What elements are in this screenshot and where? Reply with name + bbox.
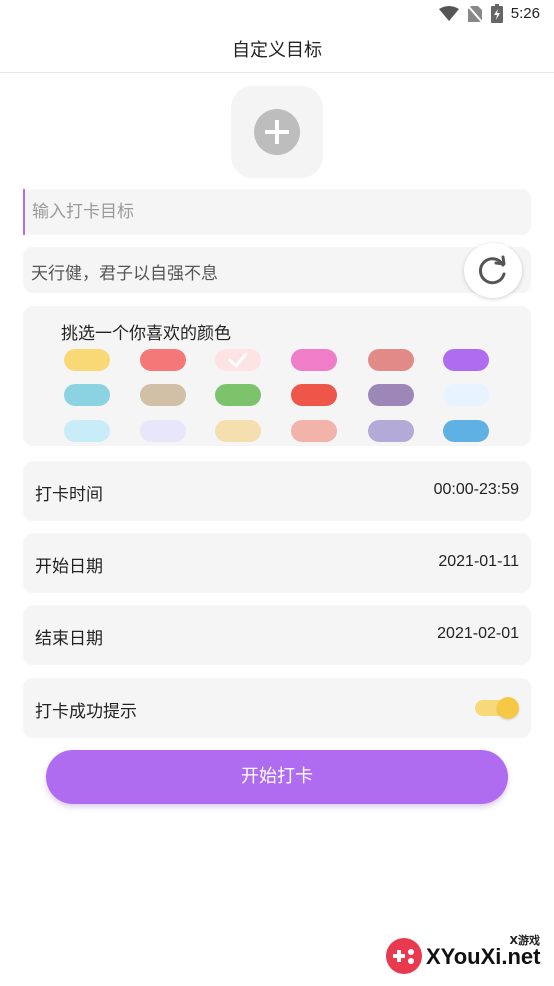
color-swatch[interactable] (368, 384, 414, 406)
end-date-value: 2021-02-01 (437, 625, 519, 642)
color-swatch[interactable] (140, 384, 186, 406)
motto-text: 天行健，君子以自强不息 (31, 264, 218, 284)
checkmark-icon (228, 352, 248, 368)
end-date-label: 结束日期 (35, 629, 103, 649)
color-swatch[interactable] (291, 384, 337, 406)
color-swatch[interactable] (443, 420, 489, 442)
color-swatch[interactable] (64, 420, 110, 442)
watermark-big-text: XYouXi.net (426, 944, 541, 969)
color-swatch[interactable] (140, 349, 186, 371)
goal-input[interactable] (23, 189, 531, 235)
color-swatch[interactable] (443, 349, 489, 371)
color-swatch[interactable] (140, 420, 186, 442)
checkin-time-value: 00:00-23:59 (433, 481, 519, 498)
page-title: 自定义目标 (232, 40, 322, 61)
color-swatch[interactable] (64, 349, 110, 371)
start-date-row[interactable]: 开始日期 2021-01-11 (23, 533, 531, 593)
end-date-row[interactable]: 结束日期 2021-02-01 (23, 605, 531, 665)
battery-icon (490, 4, 503, 23)
title-bar: 自定义目标 (0, 30, 554, 73)
status-bar: 5:26 (0, 0, 554, 30)
color-swatch[interactable] (215, 384, 261, 406)
gamepad-logo-icon (386, 938, 422, 974)
status-icons: 5:26 (438, 4, 540, 23)
color-swatch[interactable] (291, 420, 337, 442)
plus-circle-icon (254, 109, 300, 155)
start-checkin-button[interactable]: 开始打卡 (46, 750, 508, 804)
add-icon-button[interactable] (231, 86, 323, 178)
color-swatch[interactable] (368, 349, 414, 371)
color-picker-card: 挑选一个你喜欢的颜色 (23, 306, 531, 446)
color-swatch[interactable] (64, 384, 110, 406)
color-swatch[interactable] (215, 420, 261, 442)
watermark: X游戏 XYouXi.net (384, 932, 550, 982)
no-sim-icon (467, 4, 483, 23)
refresh-motto-button[interactable] (464, 243, 522, 298)
checkin-time-label: 打卡时间 (35, 485, 103, 505)
color-picker-title: 挑选一个你喜欢的颜色 (61, 324, 231, 344)
toggle-knob (497, 697, 519, 719)
refresh-icon (478, 255, 506, 284)
start-date-value: 2021-01-11 (438, 553, 519, 570)
success-notify-label: 打卡成功提示 (35, 702, 137, 722)
color-swatch-selected[interactable] (215, 349, 261, 371)
success-notify-toggle[interactable] (475, 697, 519, 719)
start-date-label: 开始日期 (35, 557, 103, 577)
motto-row: 天行健，君子以自强不息 (23, 247, 531, 293)
color-swatch[interactable] (443, 384, 489, 406)
status-time: 5:26 (510, 5, 540, 22)
color-swatch[interactable] (291, 349, 337, 371)
checkin-time-row[interactable]: 打卡时间 00:00-23:59 (23, 461, 531, 521)
wifi-icon (438, 5, 459, 21)
color-swatch[interactable] (368, 420, 414, 442)
goal-input-container (23, 189, 531, 235)
success-notify-row: 打卡成功提示 (23, 678, 531, 738)
